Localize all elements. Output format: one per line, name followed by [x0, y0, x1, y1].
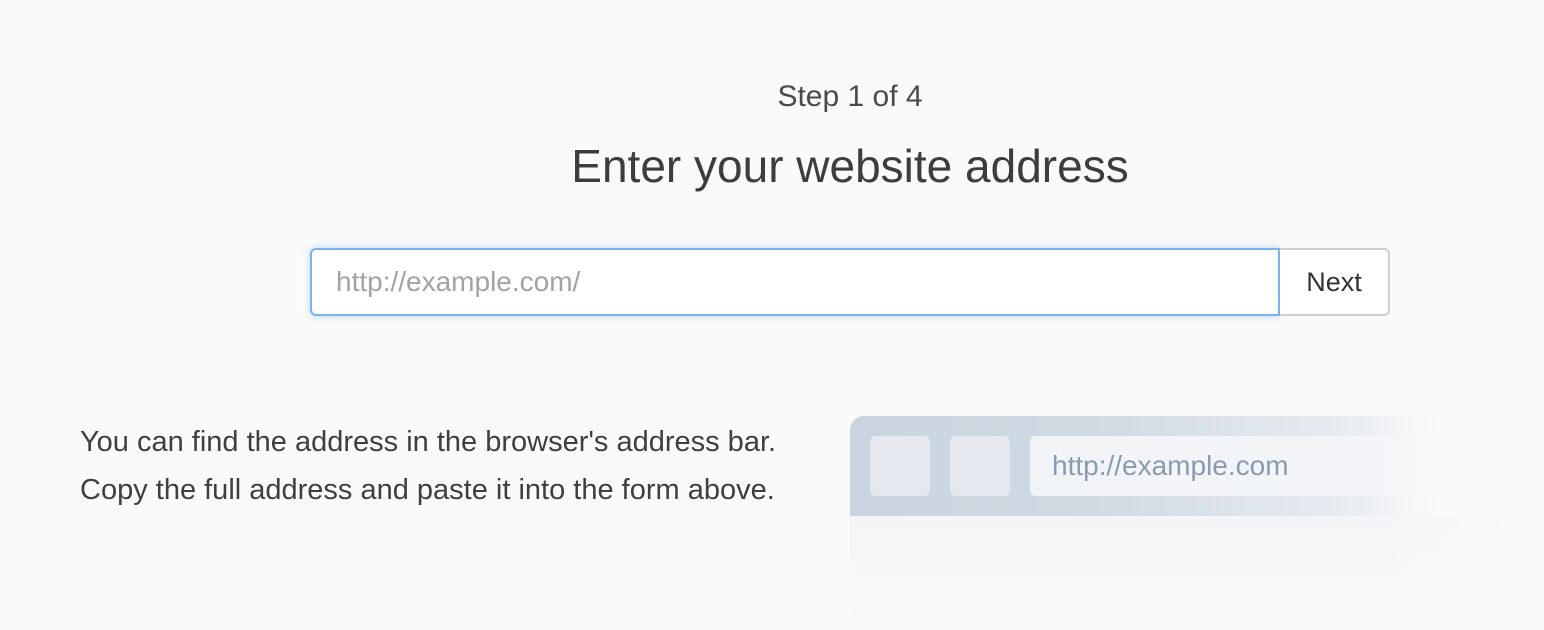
illustration-fade: [1384, 416, 1544, 630]
browser-forward-button-icon: [950, 436, 1010, 496]
help-text: You can find the address in the browser'…: [80, 426, 777, 506]
website-url-input[interactable]: [310, 248, 1280, 316]
step-indicator: Step 1 of 4: [777, 80, 923, 113]
next-button[interactable]: Next: [1280, 248, 1390, 316]
browser-address-text: http://example.com: [1052, 450, 1289, 481]
browser-back-button-icon: [870, 436, 930, 496]
url-setup-page: Step 1 of 4 Enter your website address N…: [0, 0, 1544, 630]
page-title: Enter your website address: [571, 140, 1129, 192]
browser-illustration: http://example.com: [850, 416, 1544, 630]
url-form: Next: [310, 248, 1390, 316]
